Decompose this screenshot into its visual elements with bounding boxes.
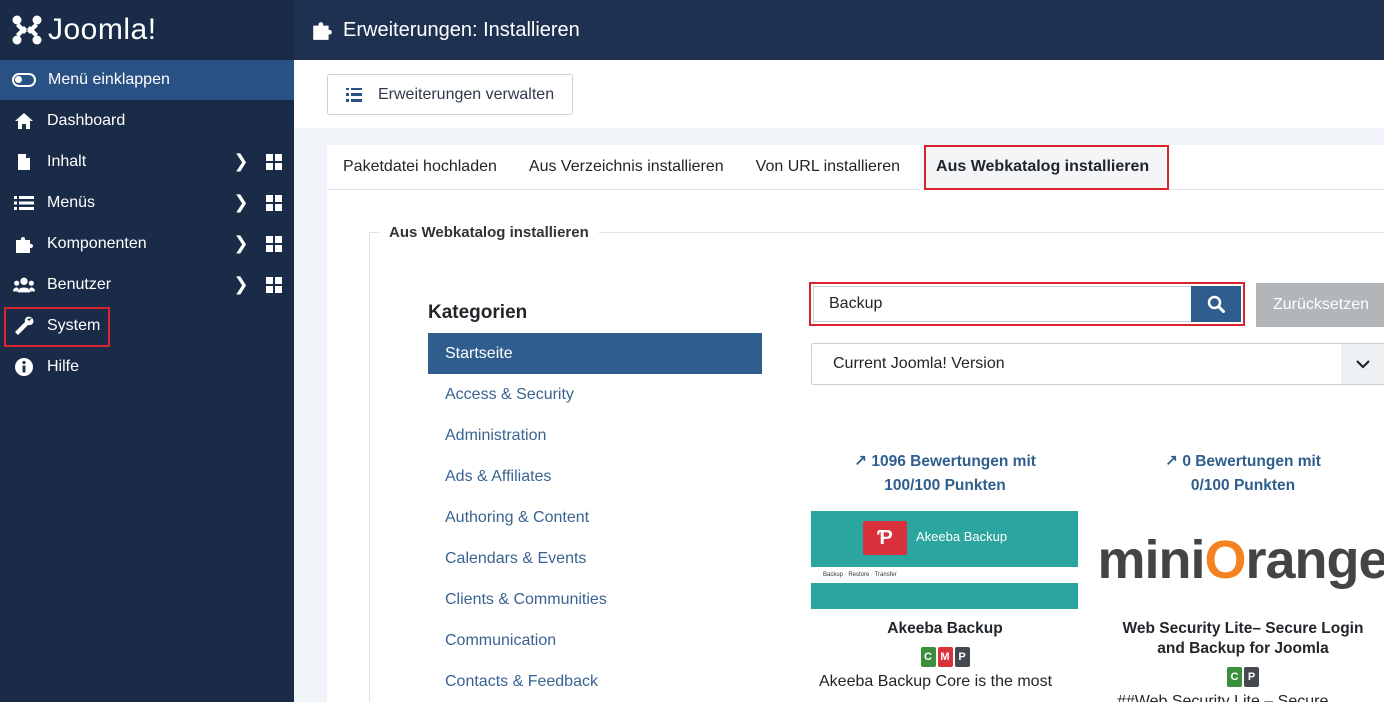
- categories-list: Startseite Access & Security Administrat…: [428, 333, 762, 702]
- category-item[interactable]: Communication: [428, 620, 762, 661]
- sidebar-item-label: Benutzer: [47, 275, 112, 293]
- dashboard-grid-icon[interactable]: [266, 194, 282, 211]
- fieldset-legend: Aus Webkatalog installieren: [379, 224, 599, 241]
- install-tabs: Paketdatei hochladen Aus Verzeichnis ins…: [327, 144, 1384, 190]
- rating-link[interactable]: ↗︎ 0 Bewertungen mit 0/100 Punkten: [1109, 450, 1377, 498]
- users-icon: [13, 274, 35, 296]
- chevron-right-icon[interactable]: ❯: [230, 151, 252, 172]
- info-icon: [13, 356, 35, 378]
- tab-install-folder[interactable]: Aus Verzeichnis installieren: [513, 145, 740, 190]
- manage-extensions-button[interactable]: Erweiterungen verwalten: [327, 74, 573, 115]
- tab-upload-package[interactable]: Paketdatei hochladen: [327, 145, 513, 190]
- sidebar-item-label: Menüs: [47, 193, 96, 211]
- puzzle-icon: [311, 19, 333, 41]
- category-item[interactable]: Authoring & Content: [428, 497, 762, 538]
- manage-extensions-label: Erweiterungen verwalten: [378, 85, 555, 103]
- sidebar-item-dashboard[interactable]: Dashboard: [0, 100, 294, 141]
- sidebar-item-label: Inhalt: [47, 152, 87, 170]
- sidebar-item-komponenten[interactable]: Komponenten ❯: [0, 223, 294, 264]
- toolbar: Erweiterungen verwalten: [294, 60, 1384, 128]
- joomla-logo-icon: [12, 15, 42, 45]
- chevron-right-icon[interactable]: ❯: [230, 192, 252, 213]
- reset-button[interactable]: Zurücksetzen: [1256, 283, 1384, 327]
- brand-name: Joomla!: [48, 13, 157, 46]
- sidebar-item-label: Komponenten: [47, 234, 147, 252]
- list-icon: [346, 87, 362, 102]
- search-highlight-box: [809, 282, 1245, 326]
- category-item[interactable]: Calendars & Events: [428, 538, 762, 579]
- tab-highlight-box: [924, 145, 1169, 190]
- sidebar-item-hilfe[interactable]: Hilfe: [0, 346, 294, 387]
- akeeba-image-tagline: Backup · Restore · Transfer: [811, 567, 1078, 583]
- version-select-value: Current Joomla! Version: [833, 355, 1005, 372]
- main-panel: Paketdatei hochladen Aus Verzeichnis ins…: [327, 144, 1384, 702]
- sidebar-item-inhalt[interactable]: Inhalt ❯: [0, 141, 294, 182]
- extension-card-akeeba[interactable]: ↗︎ 1096 Bewertungen mit 100/100 Punkten …: [811, 450, 1079, 691]
- search-icon: [1207, 295, 1225, 313]
- extension-description: Akeeba Backup Core is the most: [819, 673, 1053, 690]
- badge-module: M: [937, 647, 953, 667]
- tab-install-url[interactable]: Von URL installieren: [740, 145, 916, 190]
- chevron-right-icon[interactable]: ❯: [230, 274, 252, 295]
- dashboard-grid-icon[interactable]: [266, 276, 282, 293]
- rating-link[interactable]: ↗︎ 1096 Bewertungen mit 100/100 Punkten: [811, 450, 1079, 498]
- extension-description: ##Web Security Lite – Secure: [1117, 693, 1329, 702]
- category-item[interactable]: Ads & Affiliates: [428, 456, 762, 497]
- search-button[interactable]: [1191, 286, 1241, 322]
- extension-card-miniorange[interactable]: ↗︎ 0 Bewertungen mit 0/100 Punkten mini O…: [1097, 450, 1384, 702]
- akeeba-backup-image[interactable]: Ƥ Akeeba Backup Backup · Restore · Trans…: [811, 511, 1078, 609]
- external-link-icon: ↗︎: [1165, 453, 1178, 470]
- search-input[interactable]: [813, 286, 1193, 322]
- category-item[interactable]: Administration: [428, 415, 762, 456]
- badge-core: C: [920, 647, 936, 667]
- badge-plugin: P: [1244, 667, 1259, 687]
- akeeba-logo-icon: Ƥ: [863, 521, 907, 555]
- dashboard-grid-icon[interactable]: [266, 153, 282, 170]
- badges: C P: [1109, 667, 1377, 687]
- category-item[interactable]: Contacts & Feedback: [428, 661, 762, 702]
- badges: C M P: [811, 647, 1079, 667]
- page-header: Erweiterungen: Installieren: [294, 0, 1384, 60]
- chevron-right-icon[interactable]: ❯: [230, 233, 252, 254]
- system-highlight-box: [4, 307, 110, 347]
- collapse-menu-label: Menü einklappen: [48, 71, 170, 88]
- sidebar: Joomla! Menü einklappen Dashboard Inhalt…: [0, 0, 294, 702]
- badge-core: C: [1227, 667, 1242, 687]
- sidebar-item-benutzer[interactable]: Benutzer ❯: [0, 264, 294, 305]
- toggle-icon: [12, 73, 36, 87]
- file-icon: [13, 151, 35, 173]
- badge-plugin: P: [954, 647, 970, 667]
- version-select[interactable]: Current Joomla! Version: [811, 343, 1384, 385]
- puzzle-icon: [13, 233, 35, 255]
- miniorange-logo-image[interactable]: mini Orange: [1097, 511, 1384, 609]
- sidebar-item-label: Hilfe: [47, 357, 80, 375]
- sidebar-item-label: Dashboard: [47, 111, 126, 129]
- category-item-startseite[interactable]: Startseite: [428, 333, 762, 374]
- category-item[interactable]: Access & Security: [428, 374, 762, 415]
- page-title: Erweiterungen: Installieren: [343, 18, 580, 41]
- extension-name[interactable]: Web Security Lite– Secure Login and Back…: [1109, 619, 1377, 659]
- home-icon: [13, 110, 35, 132]
- dashboard-grid-icon[interactable]: [266, 235, 282, 252]
- chevron-down-icon: [1341, 344, 1384, 384]
- list-icon: [13, 192, 35, 214]
- category-item[interactable]: Clients & Communities: [428, 579, 762, 620]
- collapse-menu-button[interactable]: Menü einklappen: [0, 60, 294, 100]
- sidebar-item-menues[interactable]: Menüs ❯: [0, 182, 294, 223]
- categories-title: Kategorien: [428, 302, 528, 323]
- external-link-icon: ↗︎: [854, 453, 868, 470]
- joomla-logo[interactable]: Joomla!: [0, 0, 294, 60]
- akeeba-image-title: Akeeba Backup: [916, 529, 1008, 544]
- extension-name[interactable]: Akeeba Backup: [811, 619, 1079, 639]
